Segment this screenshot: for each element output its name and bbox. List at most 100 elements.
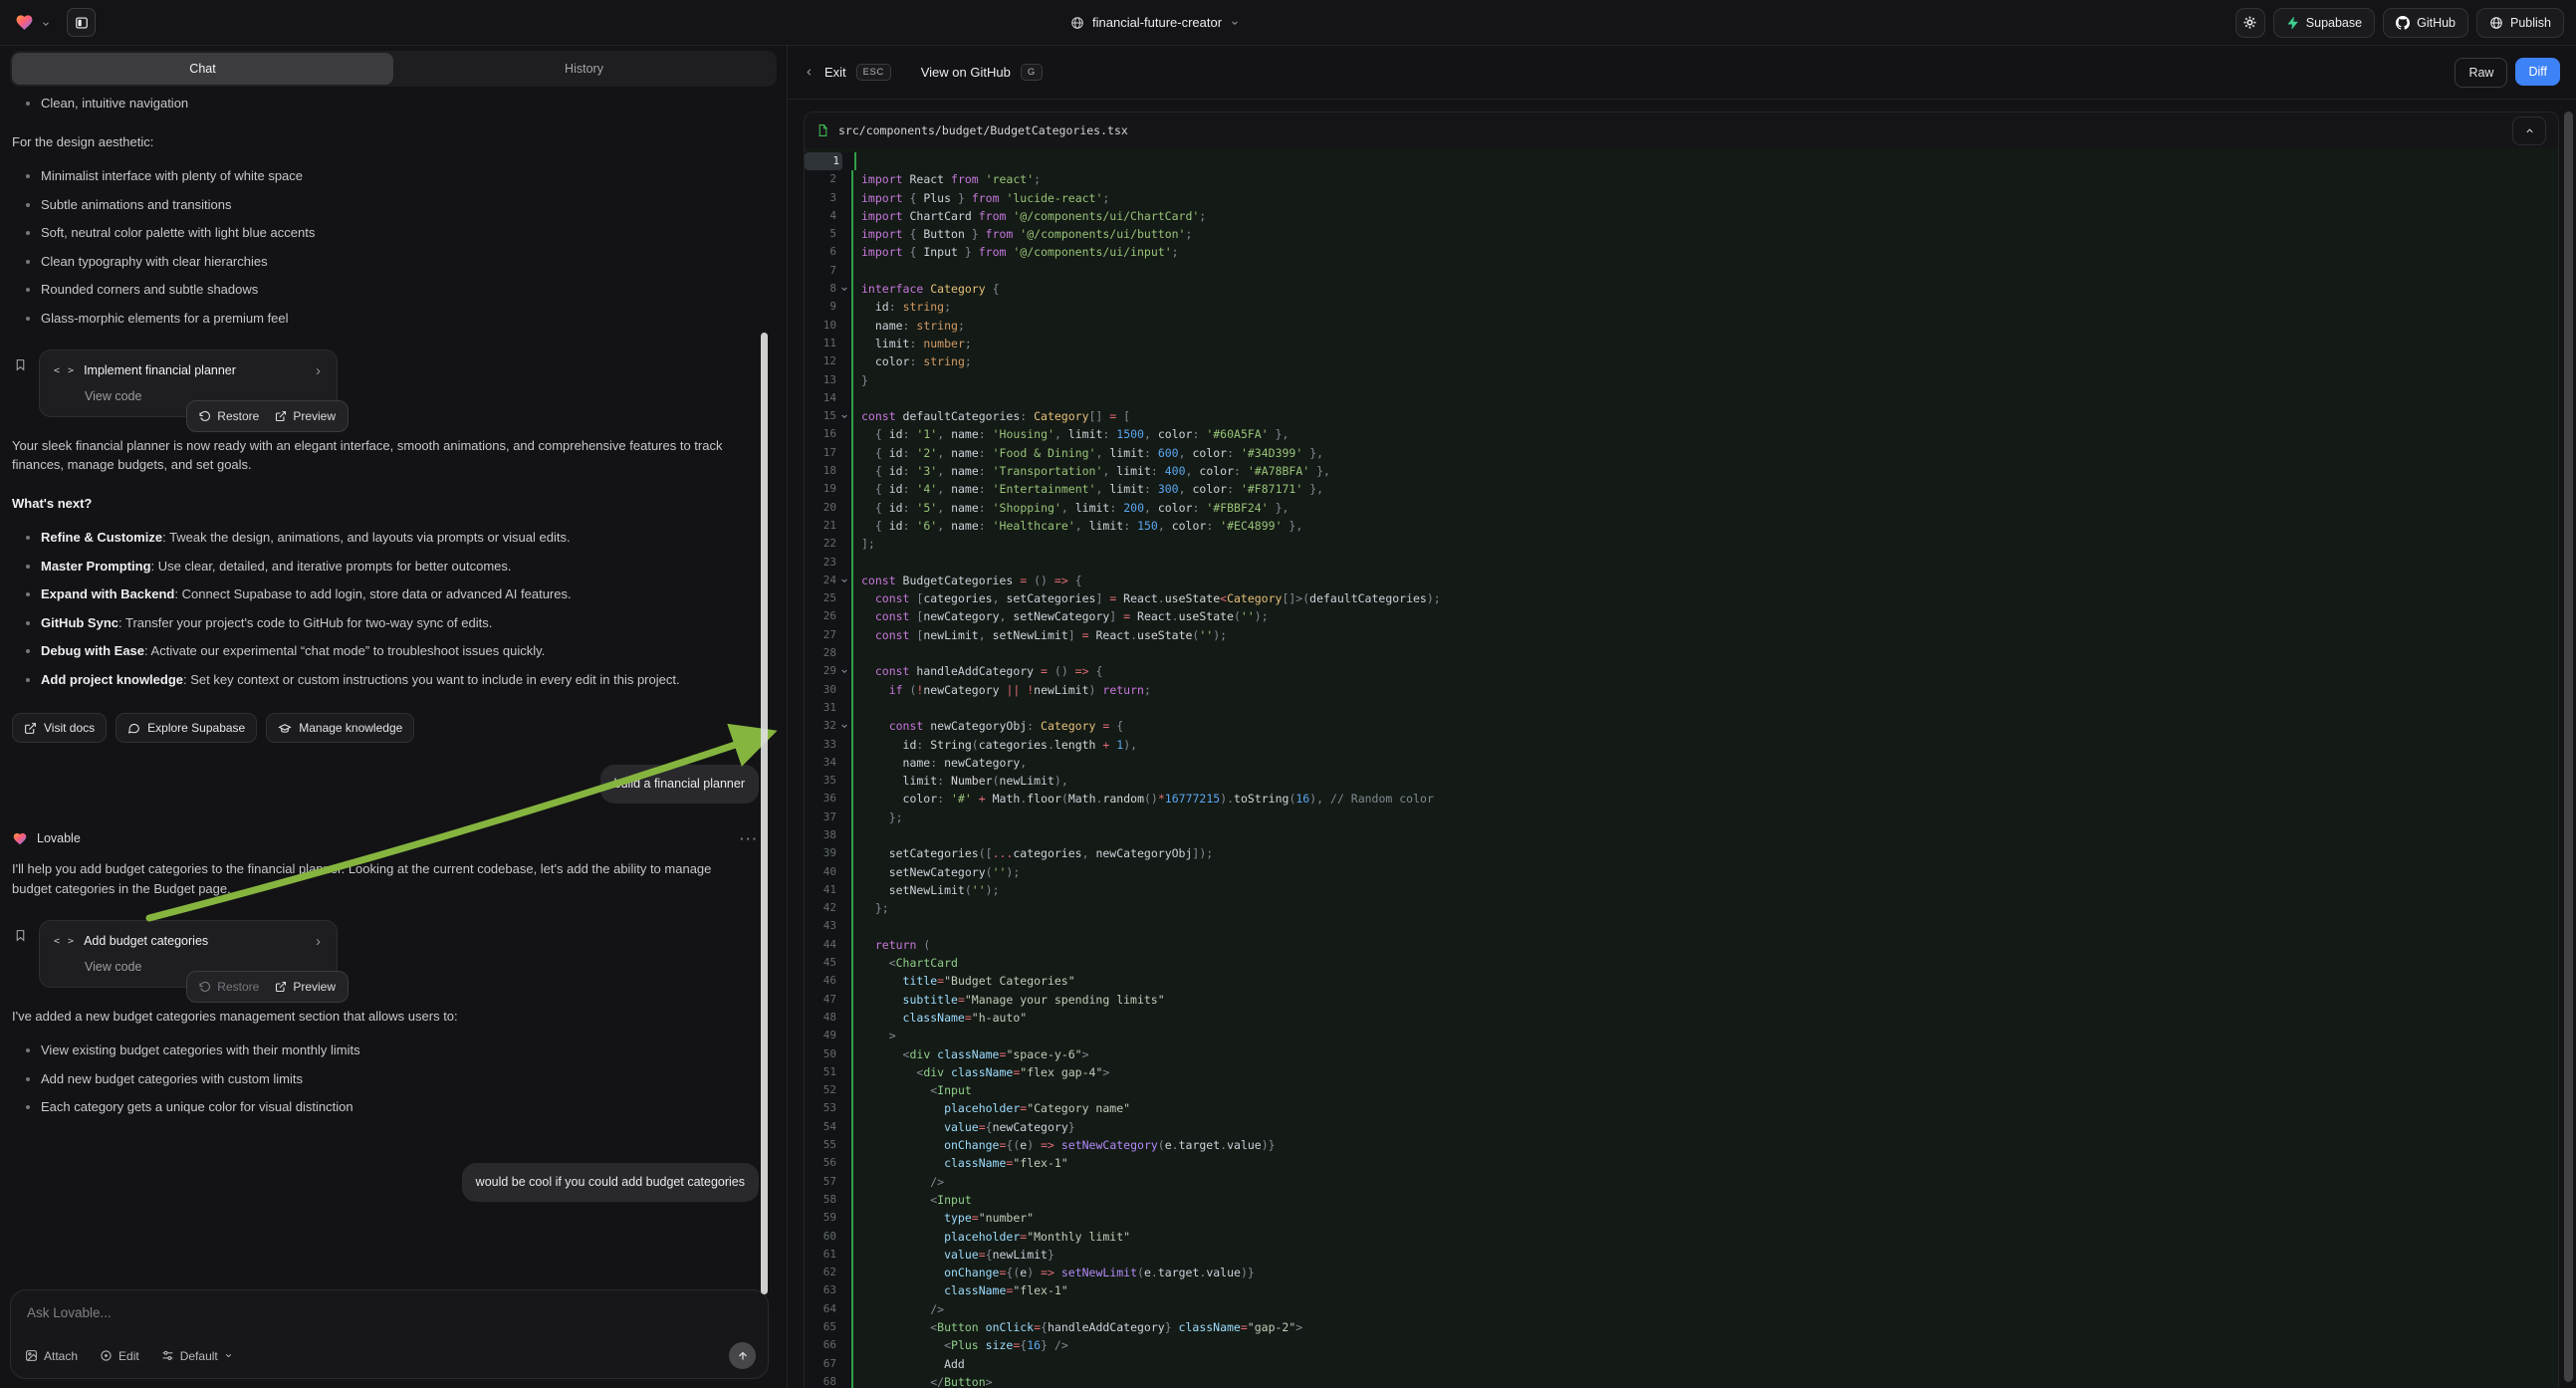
project-switcher[interactable]: financial-future-creator	[1070, 0, 1240, 45]
added-paragraph: I've added a new budget categories manag…	[12, 1007, 754, 1027]
list-item: Subtle animations and transitions	[26, 195, 743, 215]
line-number: 30	[805, 681, 836, 699]
user-message: would be cool if you could add budget ca…	[462, 1163, 759, 1202]
esc-key-badge: ESC	[856, 64, 891, 81]
gutter: 54	[805, 1118, 851, 1136]
code-line: 57 />	[805, 1173, 2558, 1191]
github-icon	[2396, 16, 2410, 30]
restore-button[interactable]: Restore	[199, 407, 259, 425]
bullet-dot-icon	[26, 565, 30, 569]
list-item: Clean typography with clear hierarchies	[26, 252, 743, 272]
manage-knowledge-button[interactable]: Manage knowledge	[266, 713, 414, 743]
code-line: 48 className="h-auto"	[805, 1009, 2558, 1027]
explore-supabase-button[interactable]: Explore Supabase	[116, 713, 257, 743]
chat-composer[interactable]: Ask Lovable... Attach Edit Default	[10, 1289, 769, 1379]
line-number: 2	[805, 170, 836, 188]
gutter: 67	[805, 1355, 851, 1373]
lovable-app-window: financial-future-creator Supabase	[0, 0, 2576, 1388]
lovable-logo-icon[interactable]	[14, 13, 35, 32]
assistant-header: Lovable ···	[12, 829, 759, 849]
version-card[interactable]: < > Add budget categories › View code Re…	[39, 920, 338, 988]
chat-input[interactable]: Ask Lovable...	[11, 1290, 768, 1320]
code-line: 58 <Input	[805, 1191, 2558, 1209]
gutter: 13	[805, 371, 851, 389]
fold-chevron-icon[interactable]	[836, 412, 851, 420]
list-item: Each category gets a unique color for vi…	[26, 1097, 743, 1117]
gutter: 66	[805, 1336, 851, 1354]
model-selector[interactable]: Default	[161, 1349, 233, 1363]
code-line: 27 const [newLimit, setNewLimit] = React…	[805, 626, 2558, 644]
gutter: 34	[805, 754, 851, 772]
visit-docs-button[interactable]: Visit docs	[12, 713, 107, 743]
code-scrollbar[interactable]	[2564, 112, 2573, 1382]
code-line: 49 >	[805, 1027, 2558, 1044]
code-panel: Exit ESC View on GitHub G Raw Diff src/c…	[787, 46, 2576, 1388]
publish-label: Publish	[2510, 16, 2551, 30]
code-line: 63 className="flex-1"	[805, 1281, 2558, 1299]
fold-chevron-icon[interactable]	[836, 577, 851, 584]
code-line: 56 className="flex-1"	[805, 1154, 2558, 1172]
fold-chevron-icon[interactable]	[836, 722, 851, 730]
code-line: 52 <Input	[805, 1081, 2558, 1099]
gutter: 6	[805, 243, 851, 261]
line-number: 16	[805, 425, 836, 443]
line-number: 59	[805, 1209, 836, 1227]
line-number: 61	[805, 1246, 836, 1264]
view-on-github-button[interactable]: View on GitHub G	[921, 64, 1043, 81]
edit-mode-button[interactable]: Edit	[100, 1349, 139, 1363]
sidebar-toggle-button[interactable]	[67, 8, 96, 37]
send-button[interactable]	[729, 1342, 756, 1369]
chat-scrollbar[interactable]	[761, 333, 768, 1294]
code-line: 40 setNewCategory('');	[805, 863, 2558, 881]
line-number: 53	[805, 1099, 836, 1117]
gutter: 17	[805, 444, 851, 462]
line-number: 47	[805, 991, 836, 1009]
version-toolbar: Restore Preview	[186, 400, 349, 432]
chevron-left-icon	[804, 67, 815, 78]
collapse-file-button[interactable]	[2512, 116, 2546, 145]
fold-chevron-icon[interactable]	[836, 667, 851, 675]
workspace-chevron-down-icon[interactable]	[41, 19, 51, 29]
raw-toggle-button[interactable]: Raw	[2455, 58, 2507, 88]
bookmark-icon[interactable]	[14, 357, 27, 372]
publish-button[interactable]: Publish	[2476, 8, 2564, 38]
tab-chat[interactable]: Chat	[12, 53, 393, 85]
restore-button[interactable]: Restore	[199, 978, 259, 996]
code-line: 19 { id: '4', name: 'Entertainment', lim…	[805, 480, 2558, 498]
preview-button[interactable]: Preview	[275, 407, 336, 425]
code-editor[interactable]: 12import React from 'react';3import { Pl…	[805, 148, 2558, 1388]
gutter: 40	[805, 863, 851, 881]
code-line: 60 placeholder="Monthly limit"	[805, 1228, 2558, 1246]
composer-toolbar: Attach Edit Default	[25, 1342, 756, 1369]
list-item: Soft, neutral color palette with light b…	[26, 223, 743, 243]
gutter: 57	[805, 1173, 851, 1191]
settings-button[interactable]	[2235, 8, 2265, 38]
diff-toggle-button[interactable]: Diff	[2515, 58, 2560, 86]
code-line: 64 />	[805, 1300, 2558, 1318]
version-card[interactable]: < > Implement financial planner › View c…	[39, 349, 338, 417]
tab-history[interactable]: History	[393, 53, 775, 85]
supabase-button[interactable]: Supabase	[2273, 8, 2375, 38]
code-line: 13}	[805, 371, 2558, 389]
project-name: financial-future-creator	[1092, 15, 1222, 30]
github-button[interactable]: GitHub	[2383, 8, 2468, 38]
list-item: Debug with Ease: Activate our experiment…	[26, 641, 743, 661]
user-message: build a financial planner	[600, 765, 759, 804]
version-title: Implement financial planner	[84, 361, 236, 380]
line-number: 12	[805, 352, 836, 370]
message-menu-icon[interactable]: ···	[740, 829, 759, 849]
line-number: 45	[805, 954, 836, 972]
gutter: 37	[805, 809, 851, 826]
file-header[interactable]: src/components/budget/BudgetCategories.t…	[805, 113, 2558, 149]
code-line: 34 name: newCategory,	[805, 754, 2558, 772]
list-item: View existing budget categories with the…	[26, 1041, 743, 1060]
preview-button[interactable]: Preview	[275, 978, 336, 996]
attach-button[interactable]: Attach	[25, 1349, 78, 1363]
gutter: 32	[805, 717, 851, 735]
bookmark-icon[interactable]	[14, 928, 27, 943]
fold-chevron-icon[interactable]	[836, 285, 851, 293]
chevron-up-icon	[2524, 125, 2535, 136]
exit-button[interactable]: Exit ESC	[804, 64, 891, 81]
code-line: 38	[805, 826, 2558, 844]
gutter: 16	[805, 425, 851, 443]
